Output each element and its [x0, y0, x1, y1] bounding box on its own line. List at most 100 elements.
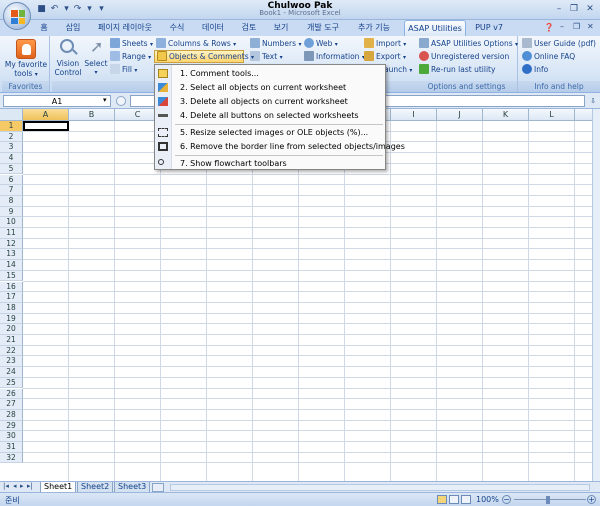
- zoom-slider[interactable]: [514, 499, 586, 500]
- tab-developer[interactable]: 개발 도구: [302, 20, 344, 36]
- fx-icon[interactable]: [116, 96, 126, 106]
- row-header[interactable]: 30: [0, 431, 23, 442]
- objects-comments-button[interactable]: Objects & Comments ▾: [154, 50, 254, 63]
- row-header[interactable]: 15: [0, 270, 23, 282]
- row-header[interactable]: 28: [0, 409, 23, 421]
- asap-options-button[interactable]: ASAP Utilities Options ▾: [419, 38, 518, 50]
- column-header[interactable]: I: [391, 109, 437, 121]
- tab-formulas[interactable]: 수식: [164, 20, 190, 36]
- export-button[interactable]: Export ▾: [364, 51, 406, 63]
- tab-add-ins[interactable]: 추가 기능: [350, 20, 398, 36]
- menu-item-delete-all-buttons[interactable]: 4. Delete all buttons on selected worksh…: [155, 109, 385, 122]
- zoom-slider-thumb[interactable]: [546, 496, 550, 504]
- menu-item-remove-border-line[interactable]: 6. Remove the border line from selected …: [155, 140, 405, 153]
- columns-rows-button[interactable]: Columns & Rows ▾: [156, 38, 236, 50]
- row-header[interactable]: 1: [0, 121, 23, 132]
- name-box[interactable]: A1: [3, 95, 111, 107]
- row-header[interactable]: 10: [0, 217, 23, 228]
- office-button[interactable]: [3, 2, 31, 30]
- column-header[interactable]: M: [575, 109, 592, 121]
- column-header[interactable]: J: [437, 109, 483, 121]
- row-header[interactable]: 19: [0, 313, 23, 325]
- fill-button[interactable]: Fill ▾: [110, 64, 137, 76]
- namebox-dropdown-icon[interactable]: ▾: [103, 96, 107, 104]
- help-icon[interactable]: ❓: [544, 23, 554, 32]
- row-header[interactable]: 26: [0, 388, 23, 400]
- tab-insert[interactable]: 삽입: [60, 20, 86, 36]
- row-header[interactable]: 9: [0, 206, 23, 218]
- unregistered-button[interactable]: Unregistered version: [419, 51, 509, 63]
- row-header[interactable]: 31: [0, 442, 23, 453]
- sheet-prev-icon[interactable]: ◂: [13, 482, 17, 490]
- restore-icon[interactable]: ❐: [567, 3, 581, 15]
- row-header[interactable]: 16: [0, 281, 23, 293]
- menu-item-comment-tools[interactable]: 1. Comment tools...: [155, 67, 385, 80]
- user-guide-button[interactable]: User Guide (pdf): [522, 38, 596, 50]
- zoom-level[interactable]: 100%: [476, 495, 499, 504]
- sheets-button[interactable]: Sheets ▾: [110, 38, 153, 50]
- page-layout-view-icon[interactable]: [449, 495, 459, 504]
- sheet-first-icon[interactable]: |◂: [3, 482, 9, 490]
- zoom-out-icon[interactable]: −: [502, 495, 511, 504]
- tab-data[interactable]: 데이터: [196, 20, 230, 36]
- normal-view-icon[interactable]: [437, 495, 447, 504]
- row-header[interactable]: 23: [0, 356, 23, 368]
- launch-button[interactable]: aunch ▾: [384, 64, 412, 76]
- row-header[interactable]: 7: [0, 185, 23, 196]
- column-header[interactable]: K: [483, 109, 529, 121]
- row-header[interactable]: 22: [0, 345, 23, 357]
- menu-item-select-all-objects[interactable]: 2. Select all objects on current workshe…: [155, 81, 385, 94]
- information-button[interactable]: Information ▾: [304, 51, 365, 63]
- column-header[interactable]: A: [23, 109, 69, 121]
- info-button[interactable]: Info: [522, 64, 548, 76]
- vertical-scrollbar[interactable]: [592, 109, 600, 481]
- row-header[interactable]: 17: [0, 292, 23, 303]
- column-header[interactable]: B: [69, 109, 115, 121]
- row-header[interactable]: 12: [0, 238, 23, 250]
- row-header[interactable]: 21: [0, 335, 23, 346]
- row-header[interactable]: 8: [0, 195, 23, 207]
- menu-item-delete-all-objects[interactable]: 3. Delete all objects on current workshe…: [155, 95, 385, 108]
- row-header[interactable]: 24: [0, 367, 23, 378]
- rerun-button[interactable]: Re-run last utility: [419, 64, 495, 76]
- row-header[interactable]: 20: [0, 324, 23, 335]
- sheet-next-icon[interactable]: ▸: [20, 482, 24, 490]
- tab-asap-utilities[interactable]: ASAP Utilities: [404, 20, 466, 36]
- select-all-corner[interactable]: [0, 109, 23, 121]
- row-header[interactable]: 4: [0, 153, 23, 164]
- favorite-tools-button[interactable]: My favorite tools ▾: [2, 60, 50, 79]
- row-header[interactable]: 11: [0, 228, 23, 239]
- vision-control-button[interactable]: Vision Control: [54, 59, 82, 77]
- menu-item-resize-images[interactable]: 5. Resize selected images or OLE objects…: [155, 126, 385, 139]
- tab-view[interactable]: 보기: [268, 20, 294, 36]
- row-header[interactable]: 2: [0, 131, 23, 143]
- tab-home[interactable]: 홈: [36, 20, 52, 36]
- row-header[interactable]: 32: [0, 452, 23, 464]
- selected-cell[interactable]: [23, 121, 69, 131]
- row-header[interactable]: 18: [0, 302, 23, 314]
- row-header[interactable]: 13: [0, 249, 23, 261]
- tab-review[interactable]: 검토: [236, 20, 262, 36]
- row-header[interactable]: 14: [0, 260, 23, 271]
- row-header[interactable]: 25: [0, 377, 23, 389]
- column-header[interactable]: L: [529, 109, 575, 121]
- zoom-in-icon[interactable]: +: [587, 495, 596, 504]
- tab-pup-v7[interactable]: PUP v7: [472, 20, 506, 36]
- row-header[interactable]: 3: [0, 142, 23, 154]
- tab-page-layout[interactable]: 페이지 레이아웃: [92, 20, 158, 36]
- page-break-view-icon[interactable]: [461, 495, 471, 504]
- row-header[interactable]: 6: [0, 174, 23, 186]
- expand-formula-icon[interactable]: ⇩: [588, 95, 598, 107]
- close-icon[interactable]: ✕: [583, 3, 597, 15]
- online-faq-button[interactable]: Online FAQ: [522, 51, 575, 63]
- ribbon-minimize-icon[interactable]: –: [560, 22, 564, 31]
- minimize-icon[interactable]: –: [552, 3, 566, 15]
- insert-sheet-icon[interactable]: [152, 483, 164, 492]
- horizontal-scrollbar[interactable]: [170, 484, 590, 491]
- ribbon-restore-icon[interactable]: ❐: [573, 22, 580, 31]
- sheet-last-icon[interactable]: ▸|: [27, 482, 33, 490]
- range-button[interactable]: Range ▾: [110, 51, 151, 63]
- menu-item-flowchart-toolbars[interactable]: 7. Show flowchart toolbars: [155, 157, 385, 170]
- row-header[interactable]: 29: [0, 420, 23, 432]
- select-button[interactable]: Select ▾: [84, 59, 108, 77]
